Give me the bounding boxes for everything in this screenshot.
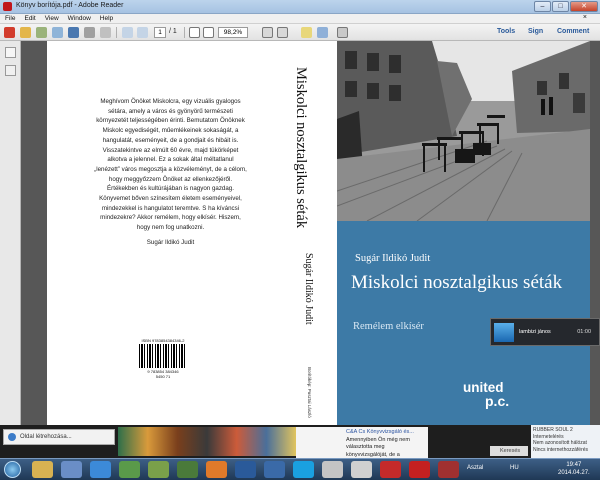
barcode-bars (139, 344, 187, 368)
skype-icon[interactable] (293, 461, 314, 478)
app-icon[interactable] (322, 461, 343, 478)
spine-photo-credit: Borítókép: Pusztai László (307, 367, 312, 418)
print-icon[interactable] (84, 27, 95, 38)
menu-file[interactable]: File (5, 15, 15, 22)
app-icon[interactable] (351, 461, 372, 478)
cover-author: Sugár Ildikó Judit (355, 253, 431, 264)
media-player-icon[interactable] (61, 461, 82, 478)
message-line: C&A Cs Könyvvizsgáló és... (346, 429, 414, 435)
attachments-icon[interactable] (5, 65, 16, 76)
maximize-button[interactable]: □ (552, 1, 569, 12)
cover-subtitle: Remélem elkísér (353, 321, 424, 332)
street-scene-image (337, 41, 590, 221)
spine-title: Miskolci nosztalgikus séták (293, 67, 309, 229)
desktop-toolbar-label[interactable]: Asztal (467, 465, 483, 471)
internet-explorer-icon[interactable] (90, 461, 111, 478)
notification-title: lambizi jános (519, 329, 551, 335)
page-number-input[interactable]: 1 (154, 27, 166, 38)
file-explorer-icon[interactable] (32, 461, 53, 478)
title-bar: Könyv borítója.pdf - Adobe Reader – □ ✕ (0, 0, 600, 14)
menu-bar: File Edit View Window Help × (0, 14, 600, 24)
language-indicator[interactable]: HU (510, 465, 519, 471)
isbn-text: ISBN 9783854384346-2 (141, 338, 185, 343)
document-area[interactable]: Meghívom Önöket Miskolcra, egy vizuális … (21, 41, 600, 425)
barcode-suffix: 5450 71 (155, 374, 171, 379)
thumbnail-strip[interactable] (118, 427, 296, 456)
publisher-suffix: p.c. (485, 393, 510, 409)
toolbar-divider (184, 27, 185, 38)
spine-author: Sugár Ildikó Judit (303, 253, 314, 325)
back-cover-blurb: Meghívom Önöket Miskolcra, egy vizuális … (94, 97, 247, 253)
comment-tab[interactable]: Comment (557, 28, 589, 35)
app-icon[interactable] (380, 461, 401, 478)
network-info-panel: RUBBER SOUL 2 Internetelérés Nem azonosí… (531, 425, 600, 458)
firefox-icon[interactable] (206, 461, 227, 478)
blurb-signature: Sugár Ildikó Judit (146, 238, 195, 246)
close-document-button[interactable]: × (583, 14, 587, 21)
page-thumbnails-icon[interactable] (5, 47, 16, 58)
sign-tab[interactable]: Sign (528, 28, 543, 35)
front-cover: Sugár Ildikó Judit Miskolci nosztalgikus… (337, 41, 590, 425)
book-cover-page: Meghívom Önöket Miskolcra, egy vizuális … (47, 41, 590, 425)
previous-page-icon[interactable] (122, 27, 133, 38)
background-browser-window: Oldal létrehozása... C&A Cs Könyvvizsgál… (0, 425, 600, 465)
taskbar: Asztal HU 19:47 2014.04.27. (0, 458, 600, 480)
create-icon[interactable] (36, 27, 47, 38)
menu-help[interactable]: Help (100, 15, 113, 22)
message-line: Amennyiben Ön még nem választotta meg (346, 436, 410, 451)
toolbar-divider (116, 27, 117, 38)
zoom-out-icon[interactable] (189, 27, 200, 38)
create-pdf-icon[interactable] (4, 27, 15, 38)
cover-photo (337, 41, 590, 221)
menu-edit[interactable]: Edit (24, 15, 35, 22)
comment-icon[interactable] (301, 27, 312, 38)
barcode: ISBN 9783854384346-2 9 783854 384346 545… (139, 338, 187, 379)
adobe-reader-icon (3, 2, 12, 11)
cloud-icon[interactable] (52, 27, 63, 38)
blurb-text: Meghívom Önöket Miskolcra, egy vizuális … (94, 98, 247, 232)
fit-page-icon[interactable] (262, 27, 273, 38)
browser-tab[interactable]: Oldal létrehozása... (3, 429, 115, 445)
app-icon[interactable] (148, 461, 169, 478)
zoom-level-input[interactable]: 98,2% (218, 27, 248, 38)
toolbar: 1 / 1 98,2% Tools Sign Comment (0, 24, 600, 41)
fit-width-icon[interactable] (277, 27, 288, 38)
close-button[interactable]: ✕ (570, 1, 598, 12)
browser-tab-label: Oldal létrehozása... (20, 434, 72, 440)
clock-date: 2014.04.27. (558, 470, 590, 476)
menu-view[interactable]: View (45, 15, 59, 22)
window-controls: – □ ✕ (533, 1, 598, 12)
app-icon[interactable] (264, 461, 285, 478)
save-icon[interactable] (68, 27, 79, 38)
next-page-icon[interactable] (137, 27, 148, 38)
globe-icon (8, 433, 16, 441)
search-button[interactable]: Keresés (490, 446, 528, 456)
tools-tab[interactable]: Tools (497, 28, 515, 35)
menu-window[interactable]: Window (68, 15, 91, 22)
navigation-pane (0, 41, 21, 425)
start-button[interactable] (4, 461, 21, 478)
clock-time: 19:47 (566, 462, 582, 468)
media-notification[interactable]: lambizi jános 01:00 (490, 318, 600, 346)
message-preview[interactable]: C&A Cs Könyvvizsgáló és... Amennyiben Ön… (296, 427, 428, 465)
system-clock[interactable]: 19:47 2014.04.27. (558, 461, 590, 477)
window-title: Könyv borítója.pdf - Adobe Reader (16, 2, 124, 9)
notification-time: 01:00 (577, 329, 591, 335)
network-line: Nincs internethozzáférés (533, 446, 589, 453)
minimize-button[interactable]: – (534, 1, 551, 12)
adobe-reader-taskbar-icon[interactable] (409, 461, 430, 478)
email-icon[interactable] (100, 27, 111, 38)
app-icon[interactable] (438, 461, 459, 478)
book-spine: Miskolci nosztalgikus séták Sugár Ildikó… (293, 65, 327, 425)
app-icon[interactable] (177, 461, 198, 478)
page-total: / 1 (169, 28, 177, 35)
sign-icon[interactable] (317, 27, 328, 38)
app-icon[interactable] (119, 461, 140, 478)
cover-title: Miskolci nosztalgikus séták (351, 272, 563, 293)
fullscreen-icon[interactable] (337, 27, 348, 38)
word-icon[interactable] (235, 461, 256, 478)
zoom-in-icon[interactable] (203, 27, 214, 38)
open-folder-icon[interactable] (20, 27, 31, 38)
album-art-icon (494, 323, 514, 342)
